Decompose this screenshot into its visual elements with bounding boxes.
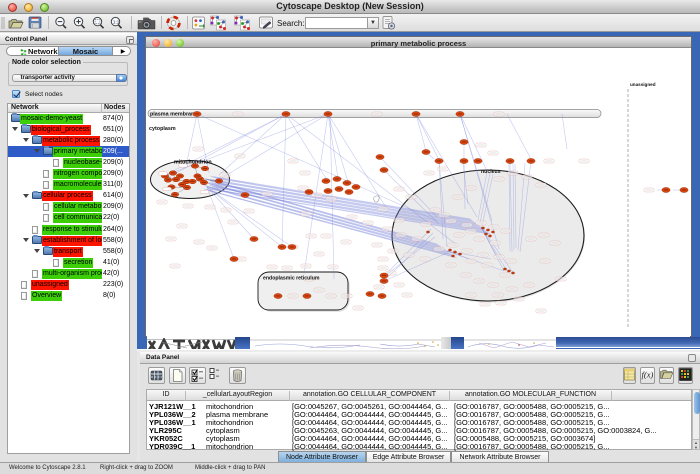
svg-text:1:1: 1:1 xyxy=(113,19,120,24)
svg-text:plasma membrane: plasma membrane xyxy=(150,112,197,118)
svg-text:unassigned: unassigned xyxy=(630,82,656,87)
svg-text:f(x): f(x) xyxy=(642,370,654,380)
svg-text:endoplasmic reticulum: endoplasmic reticulum xyxy=(263,276,320,282)
svg-text:nucleus: nucleus xyxy=(481,169,501,175)
svg-text:cytoplasm: cytoplasm xyxy=(149,126,176,132)
